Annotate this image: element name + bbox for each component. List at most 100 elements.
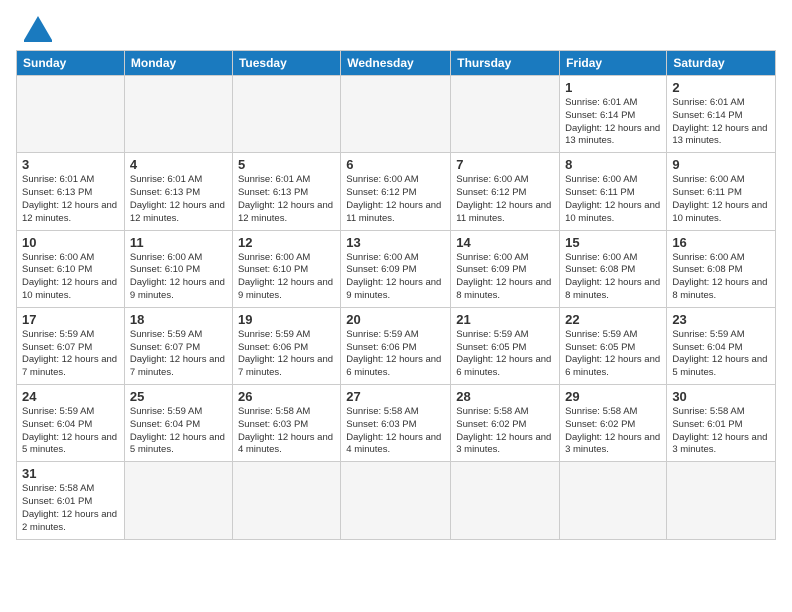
day-number: 5 bbox=[238, 157, 335, 172]
calendar-cell: 17Sunrise: 5:59 AM Sunset: 6:07 PM Dayli… bbox=[17, 307, 125, 384]
day-number: 7 bbox=[456, 157, 554, 172]
week-row-4: 17 Sunrise: 5:59 AM Sunset: 6:07 PM Dayli… bbox=[17, 307, 776, 384]
day-number: 14 bbox=[456, 235, 554, 250]
calendar-cell bbox=[232, 462, 340, 539]
day-number: 6 bbox=[346, 157, 445, 172]
day-info: Sunrise: 6:00 AM Sunset: 6:11 PM Dayligh… bbox=[565, 174, 661, 225]
header-day-wednesday: Wednesday bbox=[341, 51, 451, 76]
calendar-cell: 29 Sunrise: 5:58 AM Sunset: 6:02 PM Dayli… bbox=[560, 385, 667, 462]
day-number: 18 bbox=[130, 312, 227, 327]
day-number: 26 bbox=[238, 389, 335, 404]
day-info: Sunrise: 5:59 AM Sunset: 6:04 PM Dayligh… bbox=[130, 406, 227, 457]
calendar-cell bbox=[451, 76, 560, 153]
header-day-sunday: Sunday bbox=[17, 51, 125, 76]
day-number: 15 bbox=[565, 235, 661, 250]
logo-icon bbox=[20, 12, 56, 42]
week-row-2: 3 Sunrise: 6:01 AM Sunset: 6:13 PM Daylig… bbox=[17, 153, 776, 230]
day-info: Sunrise: 5:59 AM Sunset: 6:06 PM Dayligh… bbox=[346, 329, 445, 380]
week-row-6: 31Sunrise: 5:58 AM Sunset: 6:01 PM Dayli… bbox=[17, 462, 776, 539]
day-info: Sunrise: 6:00 AM Sunset: 6:10 PM Dayligh… bbox=[22, 252, 119, 303]
day-info: Sunrise: 5:58 AM Sunset: 6:02 PM Dayligh… bbox=[565, 406, 661, 457]
calendar-cell bbox=[667, 462, 776, 539]
day-info: Sunrise: 5:58 AM Sunset: 6:03 PM Dayligh… bbox=[238, 406, 335, 457]
calendar-cell: 20Sunrise: 5:59 AM Sunset: 6:06 PM Dayli… bbox=[341, 307, 451, 384]
calendar-cell: 15Sunrise: 6:00 AM Sunset: 6:08 PM Dayli… bbox=[560, 230, 667, 307]
calendar-cell: 3Sunrise: 6:01 AM Sunset: 6:13 PM Daylig… bbox=[17, 153, 125, 230]
calendar-cell: 12 Sunrise: 6:00 AM Sunset: 6:10 PM Dayli… bbox=[232, 230, 340, 307]
calendar-cell bbox=[451, 462, 560, 539]
header-day-thursday: Thursday bbox=[451, 51, 560, 76]
calendar-cell: 27Sunrise: 5:58 AM Sunset: 6:03 PM Dayli… bbox=[341, 385, 451, 462]
day-info: Sunrise: 6:01 AM Sunset: 6:14 PM Dayligh… bbox=[565, 97, 661, 148]
day-number: 16 bbox=[672, 235, 770, 250]
day-info: Sunrise: 6:00 AM Sunset: 6:09 PM Dayligh… bbox=[456, 252, 554, 303]
calendar-cell: 25 Sunrise: 5:59 AM Sunset: 6:04 PM Dayli… bbox=[124, 385, 232, 462]
day-number: 21 bbox=[456, 312, 554, 327]
day-info: Sunrise: 6:00 AM Sunset: 6:08 PM Dayligh… bbox=[672, 252, 770, 303]
calendar-cell bbox=[560, 462, 667, 539]
calendar-cell: 28Sunrise: 5:58 AM Sunset: 6:02 PM Dayli… bbox=[451, 385, 560, 462]
calendar-cell: 26 Sunrise: 5:58 AM Sunset: 6:03 PM Dayli… bbox=[232, 385, 340, 462]
calendar-cell bbox=[17, 76, 125, 153]
day-number: 8 bbox=[565, 157, 661, 172]
day-info: Sunrise: 5:59 AM Sunset: 6:05 PM Dayligh… bbox=[565, 329, 661, 380]
calendar-cell: 18 Sunrise: 5:59 AM Sunset: 6:07 PM Dayli… bbox=[124, 307, 232, 384]
day-info: Sunrise: 5:58 AM Sunset: 6:03 PM Dayligh… bbox=[346, 406, 445, 457]
day-number: 12 bbox=[238, 235, 335, 250]
day-info: Sunrise: 5:59 AM Sunset: 6:06 PM Dayligh… bbox=[238, 329, 335, 380]
header-day-saturday: Saturday bbox=[667, 51, 776, 76]
calendar-cell bbox=[232, 76, 340, 153]
calendar-table: SundayMondayTuesdayWednesdayThursdayFrid… bbox=[16, 50, 776, 540]
day-info: Sunrise: 6:01 AM Sunset: 6:14 PM Dayligh… bbox=[672, 97, 770, 148]
day-info: Sunrise: 6:01 AM Sunset: 6:13 PM Dayligh… bbox=[238, 174, 335, 225]
day-number: 17 bbox=[22, 312, 119, 327]
day-number: 3 bbox=[22, 157, 119, 172]
day-info: Sunrise: 5:59 AM Sunset: 6:07 PM Dayligh… bbox=[130, 329, 227, 380]
day-info: Sunrise: 6:00 AM Sunset: 6:12 PM Dayligh… bbox=[346, 174, 445, 225]
day-number: 23 bbox=[672, 312, 770, 327]
day-number: 9 bbox=[672, 157, 770, 172]
calendar-cell: 22 Sunrise: 5:59 AM Sunset: 6:05 PM Dayli… bbox=[560, 307, 667, 384]
header-row: SundayMondayTuesdayWednesdayThursdayFrid… bbox=[17, 51, 776, 76]
calendar-cell: 11Sunrise: 6:00 AM Sunset: 6:10 PM Dayli… bbox=[124, 230, 232, 307]
day-number: 24 bbox=[22, 389, 119, 404]
day-number: 10 bbox=[22, 235, 119, 250]
calendar-cell: 14 Sunrise: 6:00 AM Sunset: 6:09 PM Dayli… bbox=[451, 230, 560, 307]
calendar-cell: 7Sunrise: 6:00 AM Sunset: 6:12 PM Daylig… bbox=[451, 153, 560, 230]
day-info: Sunrise: 5:58 AM Sunset: 6:01 PM Dayligh… bbox=[22, 483, 119, 534]
calendar-cell: 19 Sunrise: 5:59 AM Sunset: 6:06 PM Dayli… bbox=[232, 307, 340, 384]
calendar-cell: 16 Sunrise: 6:00 AM Sunset: 6:08 PM Dayli… bbox=[667, 230, 776, 307]
calendar-cell: 1 Sunrise: 6:01 AM Sunset: 6:14 PM Daylig… bbox=[560, 76, 667, 153]
calendar-cell bbox=[124, 76, 232, 153]
day-number: 2 bbox=[672, 80, 770, 95]
day-info: Sunrise: 5:59 AM Sunset: 6:04 PM Dayligh… bbox=[672, 329, 770, 380]
calendar-cell bbox=[341, 76, 451, 153]
day-number: 29 bbox=[565, 389, 661, 404]
day-info: Sunrise: 6:01 AM Sunset: 6:13 PM Dayligh… bbox=[130, 174, 227, 225]
day-info: Sunrise: 5:59 AM Sunset: 6:05 PM Dayligh… bbox=[456, 329, 554, 380]
day-number: 25 bbox=[130, 389, 227, 404]
day-number: 30 bbox=[672, 389, 770, 404]
day-number: 11 bbox=[130, 235, 227, 250]
day-info: Sunrise: 6:00 AM Sunset: 6:11 PM Dayligh… bbox=[672, 174, 770, 225]
logo bbox=[16, 16, 56, 42]
calendar-cell: 10 Sunrise: 6:00 AM Sunset: 6:10 PM Dayli… bbox=[17, 230, 125, 307]
header-day-monday: Monday bbox=[124, 51, 232, 76]
day-number: 22 bbox=[565, 312, 661, 327]
calendar-cell: 2 Sunrise: 6:01 AM Sunset: 6:14 PM Daylig… bbox=[667, 76, 776, 153]
day-number: 28 bbox=[456, 389, 554, 404]
calendar-cell: 31Sunrise: 5:58 AM Sunset: 6:01 PM Dayli… bbox=[17, 462, 125, 539]
day-info: Sunrise: 5:58 AM Sunset: 6:01 PM Dayligh… bbox=[672, 406, 770, 457]
week-row-3: 10 Sunrise: 6:00 AM Sunset: 6:10 PM Dayli… bbox=[17, 230, 776, 307]
calendar-cell: 4Sunrise: 6:01 AM Sunset: 6:13 PM Daylig… bbox=[124, 153, 232, 230]
calendar-cell: 9 Sunrise: 6:00 AM Sunset: 6:11 PM Daylig… bbox=[667, 153, 776, 230]
day-number: 19 bbox=[238, 312, 335, 327]
page-header bbox=[16, 16, 776, 42]
day-number: 1 bbox=[565, 80, 661, 95]
day-info: Sunrise: 6:00 AM Sunset: 6:10 PM Dayligh… bbox=[238, 252, 335, 303]
calendar-cell: 5 Sunrise: 6:01 AM Sunset: 6:13 PM Daylig… bbox=[232, 153, 340, 230]
calendar-cell: 21 Sunrise: 5:59 AM Sunset: 6:05 PM Dayli… bbox=[451, 307, 560, 384]
day-info: Sunrise: 5:59 AM Sunset: 6:04 PM Dayligh… bbox=[22, 406, 119, 457]
calendar-cell bbox=[341, 462, 451, 539]
week-row-1: 1 Sunrise: 6:01 AM Sunset: 6:14 PM Daylig… bbox=[17, 76, 776, 153]
